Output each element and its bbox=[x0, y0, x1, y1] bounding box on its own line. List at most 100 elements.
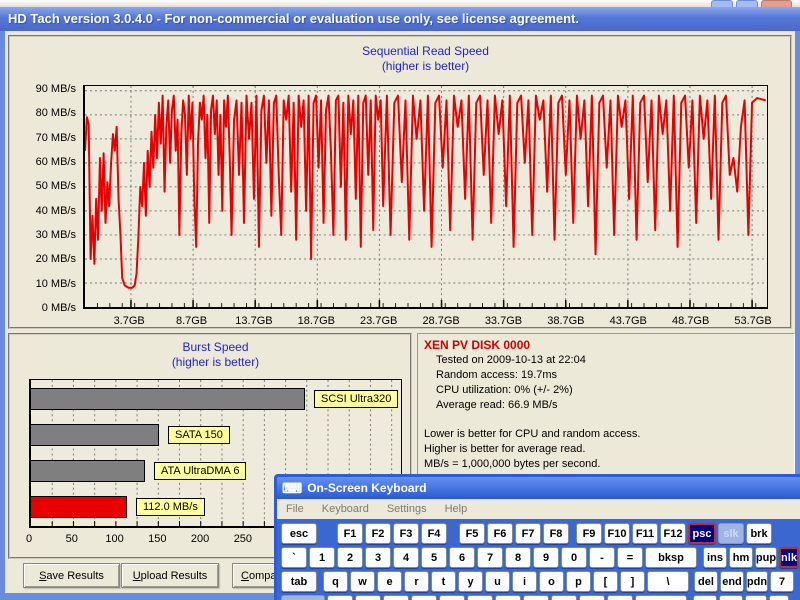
key-hidden[interactable] bbox=[551, 595, 577, 600]
close-button[interactable] bbox=[761, 0, 792, 7]
key-hidden[interactable] bbox=[411, 595, 437, 600]
key-equals[interactable]: = bbox=[617, 547, 643, 568]
burst-bar-label: SATA 150 bbox=[168, 426, 230, 444]
key-hidden[interactable] bbox=[327, 595, 353, 600]
key-4[interactable]: 4 bbox=[393, 547, 419, 568]
key-o[interactable]: o bbox=[539, 571, 564, 592]
key-1[interactable]: 1 bbox=[309, 547, 335, 568]
key-f9[interactable]: F9 bbox=[576, 523, 602, 544]
key-f8[interactable]: F8 bbox=[543, 523, 569, 544]
key-numpad-7[interactable]: 7 bbox=[770, 571, 794, 592]
key-pdn[interactable]: pdn bbox=[746, 571, 768, 592]
burst-chart-subtitle: (higher is better) bbox=[29, 355, 402, 369]
key-5[interactable]: 5 bbox=[421, 547, 447, 568]
seq-x-tick-label: 13.7GB bbox=[224, 315, 284, 327]
osk-menu-help[interactable]: Help bbox=[436, 501, 477, 517]
key-right-bracket[interactable]: ] bbox=[620, 571, 645, 592]
key-end[interactable]: end bbox=[720, 571, 744, 592]
maximize-button[interactable] bbox=[736, 0, 758, 7]
osk-titlebar[interactable]: ⌨On-Screen Keyboard bbox=[277, 477, 800, 499]
key-t[interactable]: t bbox=[431, 571, 456, 592]
key-8[interactable]: 8 bbox=[505, 547, 531, 568]
key-minus[interactable]: - bbox=[589, 547, 615, 568]
key-w[interactable]: w bbox=[350, 571, 375, 592]
key-f10[interactable]: F10 bbox=[604, 523, 630, 544]
key-del[interactable]: del bbox=[694, 571, 718, 592]
key-f11[interactable]: F11 bbox=[632, 523, 658, 544]
burst-bar-2 bbox=[31, 460, 145, 482]
key-hidden[interactable] bbox=[607, 595, 633, 600]
key-backtick[interactable]: ` bbox=[281, 547, 307, 568]
key-hidden[interactable] bbox=[523, 595, 549, 600]
key-f2[interactable]: F2 bbox=[365, 523, 391, 544]
seq-y-tick-label: 20 MB/s bbox=[10, 253, 76, 265]
key-f4[interactable]: F4 bbox=[421, 523, 447, 544]
key-hidden[interactable] bbox=[355, 595, 381, 600]
save-results-button[interactable]: Save Results bbox=[23, 563, 120, 588]
key-slk[interactable]: slk bbox=[718, 523, 744, 544]
titlebar[interactable]: HD Tach version 3.0.4.0 - For non-commer… bbox=[0, 7, 800, 31]
key-6[interactable]: 6 bbox=[449, 547, 475, 568]
key-9[interactable]: 9 bbox=[533, 547, 559, 568]
minimize-button[interactable] bbox=[711, 0, 733, 7]
key-hidden[interactable] bbox=[281, 595, 325, 600]
drive-info-panel: XEN PV DISK 0000 Tested on 2009-10-13 at… bbox=[417, 333, 795, 479]
key-e[interactable]: e bbox=[377, 571, 402, 592]
key-q[interactable]: q bbox=[323, 571, 348, 592]
key-hidden[interactable] bbox=[693, 595, 717, 600]
key-f3[interactable]: F3 bbox=[393, 523, 419, 544]
seq-chart-subtitle: (higher is better) bbox=[83, 59, 768, 73]
key-f5[interactable]: F5 bbox=[459, 523, 485, 544]
key-f7[interactable]: F7 bbox=[515, 523, 541, 544]
burst-bar-3 bbox=[31, 496, 127, 518]
osk-menubar: File Keyboard Settings Help bbox=[277, 499, 800, 519]
key-hidden[interactable] bbox=[439, 595, 465, 600]
key-nlk[interactable]: nlk bbox=[779, 547, 799, 568]
key-hidden[interactable] bbox=[719, 595, 743, 600]
upload-results-button[interactable]: Upload Results bbox=[121, 563, 219, 588]
key-2[interactable]: 2 bbox=[337, 547, 363, 568]
window-frame-left bbox=[0, 31, 5, 600]
key-ins[interactable]: ins bbox=[703, 547, 727, 568]
key-0[interactable]: 0 bbox=[561, 547, 587, 568]
key-hidden[interactable] bbox=[769, 595, 789, 600]
window-title: HD Tach version 3.0.4.0 - For non-commer… bbox=[8, 11, 579, 26]
seq-x-tick-label: 23.7GB bbox=[349, 315, 409, 327]
osk-menu-file[interactable]: File bbox=[277, 501, 313, 517]
key-pup[interactable]: pup bbox=[755, 547, 777, 568]
key-hidden[interactable] bbox=[635, 595, 687, 600]
key-r[interactable]: r bbox=[404, 571, 429, 592]
key-psc[interactable]: psc bbox=[688, 523, 716, 544]
key-hm[interactable]: hm bbox=[729, 547, 753, 568]
key-f6[interactable]: F6 bbox=[487, 523, 513, 544]
key-y[interactable]: y bbox=[458, 571, 483, 592]
key-f12[interactable]: F12 bbox=[660, 523, 686, 544]
key-p[interactable]: p bbox=[566, 571, 591, 592]
osk-menu-keyboard[interactable]: Keyboard bbox=[313, 501, 378, 517]
key-left-bracket[interactable]: [ bbox=[593, 571, 618, 592]
screen: HD Tach version 3.0.4.0 - For non-commer… bbox=[0, 0, 800, 600]
key-brk[interactable]: brk bbox=[746, 523, 772, 544]
key-u[interactable]: u bbox=[485, 571, 510, 592]
key-hidden[interactable] bbox=[579, 595, 605, 600]
burst-bar-0 bbox=[31, 388, 305, 410]
key-i[interactable]: i bbox=[512, 571, 537, 592]
key-hidden[interactable] bbox=[467, 595, 493, 600]
key-hidden[interactable] bbox=[383, 595, 409, 600]
key-7[interactable]: 7 bbox=[477, 547, 503, 568]
key-esc[interactable]: esc bbox=[281, 523, 317, 544]
burst-bar-label: SCSI Ultra320 bbox=[314, 390, 398, 408]
info-cpu-utilization: CPU utilization: 0% (+/- 2%) bbox=[424, 383, 788, 398]
drive-name: XEN PV DISK 0000 bbox=[424, 337, 788, 353]
osk-menu-settings[interactable]: Settings bbox=[378, 501, 436, 517]
key-backslash[interactable]: \ bbox=[647, 571, 689, 592]
burst-chart-title: Burst Speed bbox=[29, 340, 402, 354]
key-f1[interactable]: F1 bbox=[337, 523, 363, 544]
key-3[interactable]: 3 bbox=[365, 547, 391, 568]
key-bksp[interactable]: bksp bbox=[645, 547, 697, 568]
seq-x-tick-label: 53.7GB bbox=[723, 315, 783, 327]
seq-y-tick-label: 50 MB/s bbox=[10, 180, 76, 192]
key-tab[interactable]: tab bbox=[281, 571, 317, 592]
key-hidden[interactable] bbox=[745, 595, 767, 600]
key-hidden[interactable] bbox=[495, 595, 521, 600]
